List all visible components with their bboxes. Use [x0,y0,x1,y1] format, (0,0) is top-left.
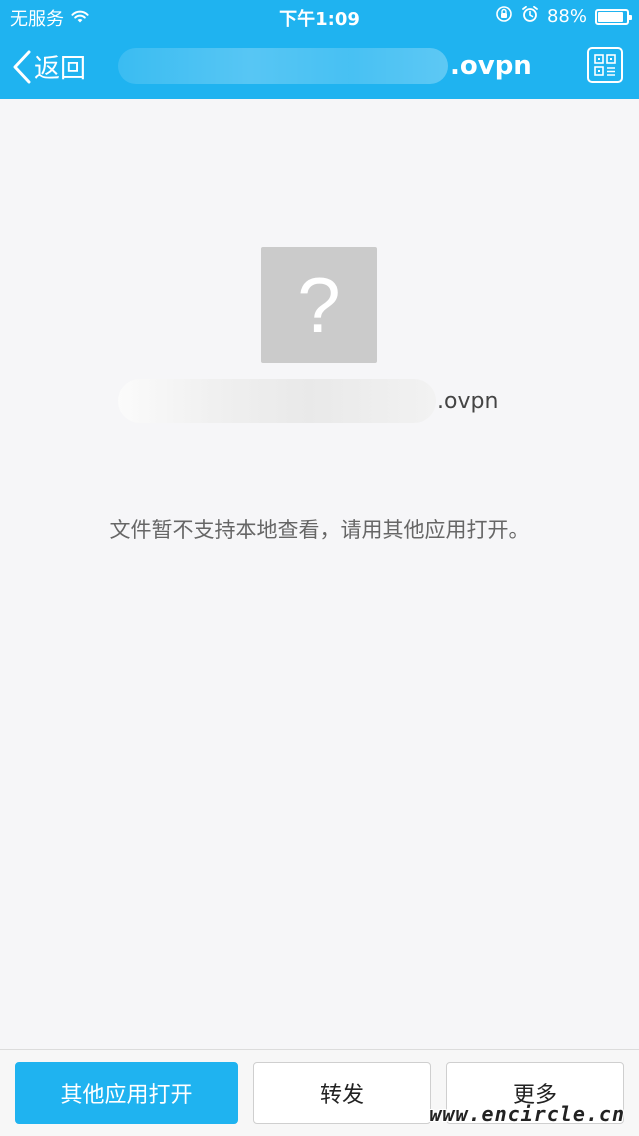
unknown-file-icon: ? [261,247,377,363]
top-bar: 无服务 下午1:09 88% 返回 .ovpn [0,0,639,99]
question-mark-glyph: ? [297,260,341,349]
open-with-other-app-button[interactable]: 其他应用打开 [15,1062,238,1124]
qr-code-icon [594,54,616,76]
file-name-suffix: .ovpn [437,388,499,414]
nav-bar: 返回 .ovpn [0,34,639,99]
status-right: 88% [495,5,632,28]
chevron-left-icon [12,50,32,84]
back-button[interactable]: 返回 [12,48,86,85]
title-suffix: .ovpn [450,51,532,81]
battery-percent: 88% [546,6,587,27]
back-label: 返回 [34,54,87,84]
bottom-toolbar: 其他应用打开 转发 更多 www.encircle.cn [0,1049,639,1136]
battery-level-fill [598,11,623,22]
unsupported-message: 文件暂不支持本地查看，请用其他应用打开。 [109,518,530,542]
battery-icon [595,8,632,25]
title-redaction [118,48,448,84]
qr-code-button[interactable] [587,47,623,83]
nav-title: .ovpn [118,46,532,86]
alarm-icon [521,5,539,28]
watermark: www.encircle.cn [429,1102,625,1126]
file-name-redaction [118,379,436,423]
file-name: .ovpn [118,379,498,423]
orientation-lock-icon [495,5,513,28]
status-bar: 无服务 下午1:09 88% [0,0,639,34]
forward-button[interactable]: 转发 [253,1062,431,1124]
